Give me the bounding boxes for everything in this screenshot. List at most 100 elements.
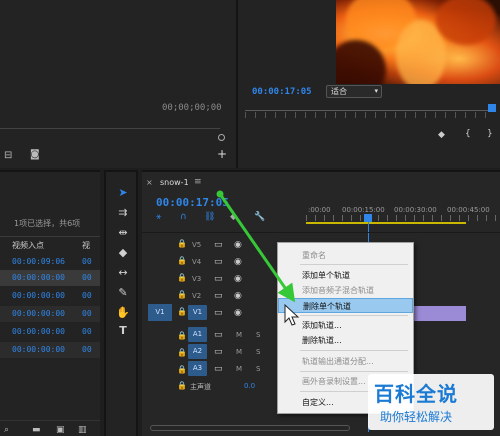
tools-panel: ➤ ⇉ ⇹ ◆ ↔ ✎ ✋ T [104,170,138,436]
col-video-in[interactable]: 视频入点 [12,240,44,251]
hand-tool-icon[interactable]: ✋ [115,306,131,320]
new-item-icon[interactable]: ▣ [56,425,65,435]
menu-item-output-assignment: 轨道输出通道分配... [302,357,374,366]
menu-separator [300,315,408,316]
snap-icon[interactable]: ∩ [180,212,187,222]
menu-separator [300,264,408,265]
sync-icon[interactable]: ▭ [214,330,223,340]
row-v-value: 00 [82,327,92,336]
sync-icon[interactable]: ▭ [214,347,223,357]
row-in-value: 00:00:00:00 [12,327,65,336]
marker-icon[interactable]: ◆ [438,130,445,140]
mark-in-icon[interactable]: { [465,129,471,139]
list-item[interactable]: 00:00:00:00 00 [0,306,100,322]
sequence-tab[interactable]: snow-1 [160,178,189,187]
mute-toggle[interactable]: M [236,331,242,339]
project-panel: 1项已选择，共6项 视频入点 视 00:00:09:06 00 00:00:00:… [0,170,100,436]
ruler-tick-label: :00:00 [308,206,331,214]
timeline-scrollbar[interactable] [150,425,350,431]
annotation-arrow [216,190,296,303]
type-tool-icon[interactable]: T [115,324,131,338]
project-footer: ⌕ ▬ ▣ ▥ [0,420,100,436]
source-monitor: 00;00;00;00 ⊟ ◙ + [0,0,236,168]
add-button-icon[interactable]: + [217,147,227,161]
source-playhead-icon[interactable] [218,134,225,141]
sync-icon[interactable]: ▭ [214,364,223,374]
ruler-divider [142,232,500,233]
track-a2[interactable]: A2 [188,344,207,359]
menu-separator [300,350,408,351]
razor-tool-icon[interactable]: ◆ [115,246,131,260]
camera-icon[interactable]: ◙ [30,149,40,160]
row-v-value: 00 [82,309,92,318]
lock-icon[interactable]: 🔒 [177,348,187,357]
video-clip[interactable] [414,306,466,321]
program-timecode: 00:00:17:05 [252,87,312,97]
solo-toggle[interactable]: S [256,348,260,356]
mouse-cursor-icon [284,304,300,326]
menu-separator [300,371,408,372]
lock-icon[interactable]: 🔒 [177,273,187,282]
list-item[interactable]: 00:00:00:00 00 [0,288,100,304]
fit-select[interactable]: 适合 ▾ [326,85,382,98]
chevron-down-icon: ▾ [374,87,378,95]
close-icon[interactable]: × [146,178,153,187]
selection-info: 1项已选择，共6项 [14,219,81,228]
row-in-value: 00:00:00:00 [12,345,65,354]
track-a1[interactable]: A1 [188,327,207,342]
work-area-bar[interactable] [306,222,466,224]
timeline-playhead-icon[interactable] [364,214,372,222]
source-scrub-bar [0,128,220,129]
menu-item-delete-tracks[interactable]: 删除轨道... [278,333,413,348]
mark-out-icon[interactable]: } [487,129,493,139]
mute-toggle[interactable]: M [236,365,242,373]
arrow-line [218,193,296,303]
ruler-tick-label: 00:00:15:00 [342,206,385,214]
ripple-edit-tool-icon[interactable]: ⇹ [115,226,131,240]
track-select-tool-icon[interactable]: ⇉ [115,206,131,220]
list-item[interactable]: 00:00:09:06 00 [0,254,100,270]
mute-toggle[interactable]: M [236,348,242,356]
lock-icon[interactable]: 🔒 [177,331,187,340]
selection-tool-icon[interactable]: ➤ [115,186,131,200]
ruler-tick-label: 00:00:30:00 [394,206,437,214]
timeline-ruler[interactable] [306,215,496,221]
lock-icon[interactable]: 🔒 [177,307,187,316]
lock-icon[interactable]: 🔒 [177,365,187,374]
program-playhead-icon[interactable] [488,104,496,112]
watermark: 百科全说 助你轻松解决 [368,374,494,430]
list-item[interactable]: 00:00:00:00 00 [0,342,100,358]
row-in-value: 00:00:00:00 [12,291,65,300]
master-volume[interactable]: 0.0 [244,382,255,390]
trash-icon[interactable]: ▥ [78,425,87,435]
lock-icon[interactable]: 🔒 [177,381,187,390]
source-timecode: 00;00;00;00 [162,103,222,113]
folder-icon[interactable]: ▬ [32,425,41,435]
header-divider [0,236,100,237]
track-a3[interactable]: A3 [188,361,207,376]
solo-toggle[interactable]: S [256,365,260,373]
ruler-tick-label: 00:00:45:00 [447,206,490,214]
program-preview-image [336,0,500,84]
lock-icon[interactable]: 🔒 [177,256,187,265]
pen-tool-icon[interactable]: ✎ [115,286,131,300]
nest-icon[interactable]: ⚹ [156,212,161,222]
list-item[interactable]: 00:00:00:00 00 [0,270,100,286]
slip-tool-icon[interactable]: ↔ [115,266,131,280]
row-v-value: 00 [82,345,92,354]
program-scrub-bar[interactable] [245,110,495,111]
export-frame-icon[interactable]: ⊟ [4,150,12,161]
lock-icon[interactable]: 🔒 [177,239,187,248]
lock-icon[interactable]: 🔒 [177,290,187,299]
row-v-value: 00 [82,291,92,300]
row-in-value: 00:00:00:00 [12,309,65,318]
master-track[interactable]: 主声道 [190,382,211,392]
row-in-value: 00:00:00:00 [12,273,65,282]
program-ruler [245,112,495,118]
search-icon[interactable]: ⌕ [4,425,9,435]
source-track-v1[interactable]: V1 [148,304,172,321]
col-video[interactable]: 视 [82,240,90,251]
solo-toggle[interactable]: S [256,331,260,339]
list-item[interactable]: 00:00:00:00 00 [0,324,100,340]
row-in-value: 00:00:09:06 [12,257,65,266]
